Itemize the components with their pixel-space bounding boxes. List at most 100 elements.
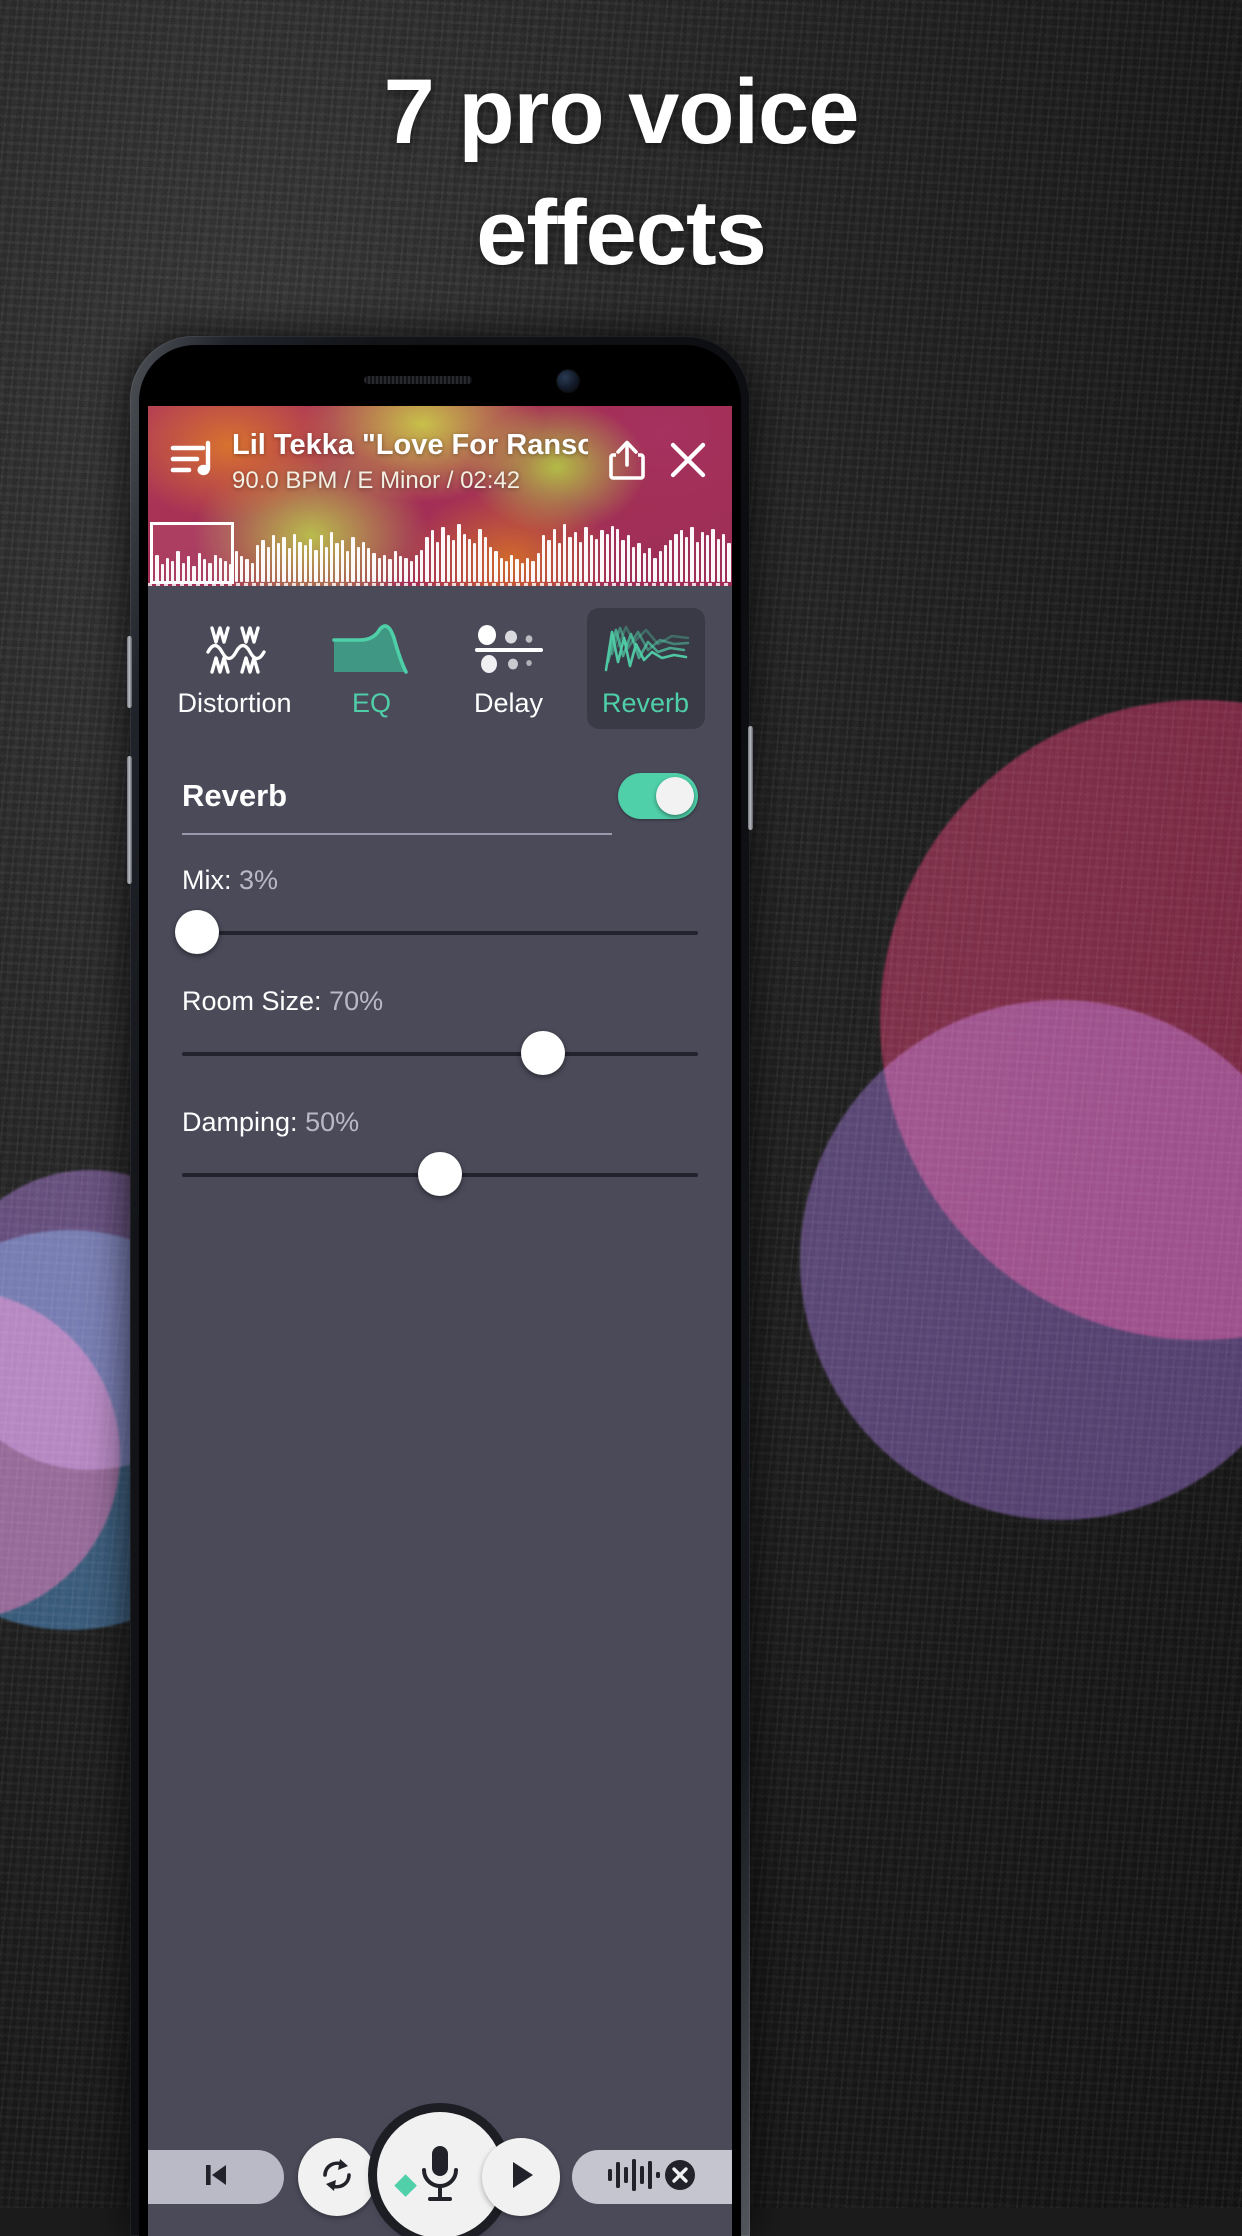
tab-distortion-label: Distortion [177,688,292,718]
waveform-bar [541,535,546,582]
waveform[interactable] [148,520,732,586]
tab-delay-label: Delay [473,688,544,718]
effect-panel-header: Reverb [182,773,698,819]
waveform-bar [653,557,657,582]
waveform-bar [271,535,276,582]
waveform-bar [287,548,292,582]
waveform-bar [504,561,509,582]
waveform-bar [266,546,270,582]
waveform-bar [414,554,419,582]
waveform-bar [393,551,397,582]
slider-room-size[interactable] [182,1031,698,1077]
distortion-wave-icon [202,622,268,678]
waveform-bar [340,540,344,582]
waveform-bar [658,551,662,582]
share-icon[interactable] [608,438,646,487]
waveform-bar [372,553,376,582]
waveform-bar [489,546,493,582]
effect-tab-bar: Distortion EQ Delay Reverb [148,586,732,743]
phone-button-volume[interactable] [127,756,132,884]
waveform-bar [669,540,673,582]
waveform-bar [632,546,636,582]
waveform-bar [674,533,678,582]
waveform-bar [716,538,721,582]
clear-waveform-button[interactable] [572,2150,732,2204]
waveform-bar [462,533,466,582]
tab-delay[interactable]: Delay [450,608,568,729]
waveform-bar [573,532,578,582]
waveform-bar [610,525,615,582]
slider-mix[interactable] [175,910,698,956]
waveform-bar [616,528,620,582]
waveform-selection-handle[interactable] [150,522,234,584]
waveform-bar [361,541,366,582]
slider-room-size-thumb[interactable] [521,1031,566,1075]
tab-eq[interactable]: EQ [313,608,431,729]
tab-distortion[interactable]: Distortion [176,608,294,729]
waveform-bar [695,541,699,582]
slider-damping-thumb[interactable] [418,1152,462,1196]
waveform-bar [605,533,609,582]
track-meta: Lil Tekka "Love For Ranso... 90.0 BPM / … [232,429,588,495]
waveform-bar [473,543,477,582]
waveform-bar [255,544,260,582]
waveform-bar [293,533,297,582]
waveform-bar [727,543,731,582]
param-mix: Mix: 3% [175,865,698,956]
tab-reverb[interactable]: Reverb [586,608,705,729]
track-info-row: Lil Tekka "Love For Ranso... 90.0 BPM / … [148,416,732,508]
close-icon[interactable] [666,438,710,487]
waveform-bar [409,561,413,582]
slider-room-size-track [182,1052,698,1056]
waveform-bar [324,546,329,582]
effect-panel-title: Reverb [182,778,288,813]
transport-bar [148,2112,732,2236]
waveform-bar [441,527,445,582]
waveform-bar [345,551,350,582]
phone-button-power[interactable] [748,726,753,830]
reverb-enable-toggle[interactable] [618,773,698,819]
waveform-bar [515,559,519,582]
phone-glass: Lil Tekka "Love For Ranso... 90.0 BPM / … [139,345,741,2236]
waveform-bar [711,528,715,582]
waveform-bar [356,546,360,582]
effect-panel: Reverb Mix: 3% Room Size: 70% Damping: 5… [148,743,732,2116]
waveform-bar [420,549,424,582]
waveform-bar [277,543,281,582]
waveform-clear-icon [604,2155,700,2200]
waveform-bar [478,528,482,582]
waveform-bar [330,532,334,582]
waveform-bar [367,548,371,582]
toggle-knob [656,777,694,815]
phone-mockup: Lil Tekka "Love For Ranso... 90.0 BPM / … [127,336,753,2236]
waveform-bar [579,541,583,582]
play-button[interactable] [482,2138,560,2216]
waveform-bar [600,530,604,582]
slider-damping[interactable] [182,1152,698,1198]
waveform-bar [467,538,472,582]
waveform-bar [531,561,535,582]
skip-previous-button[interactable] [148,2150,284,2204]
tab-reverb-label: Reverb [601,688,690,718]
phone-button-bixby[interactable] [127,636,132,708]
waveform-bar [621,540,625,582]
param-mix-value: 3% [239,865,279,895]
waveform-bar [335,543,339,582]
app-screen: Lil Tekka "Love For Ranso... 90.0 BPM / … [148,406,732,2236]
waveform-bar [557,543,562,582]
waveform-bar [526,557,530,582]
waveform-bar [684,536,689,582]
waveform-bar [499,557,503,582]
track-header: Lil Tekka "Love For Ranso... 90.0 BPM / … [148,406,732,586]
waveform-bar [647,548,652,582]
play-icon [504,2157,538,2198]
waveform-bar [451,540,456,582]
headline-line-2: effects [476,182,767,285]
waveform-bar [594,538,599,582]
playlist-music-icon[interactable] [170,438,216,487]
microphone-icon [414,2141,466,2210]
loop-button[interactable] [298,2138,376,2216]
reverb-waves-icon [600,622,692,678]
slider-mix-thumb[interactable] [175,910,220,954]
waveform-bar [563,524,567,582]
